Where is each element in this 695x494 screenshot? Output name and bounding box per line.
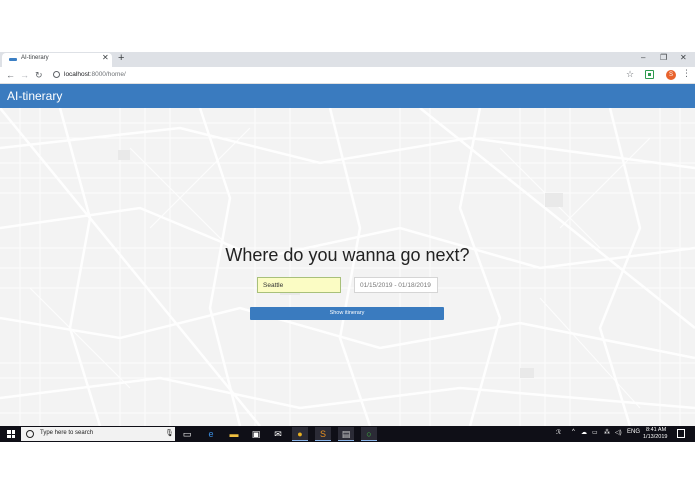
close-tab-icon[interactable]: ✕ — [102, 53, 109, 62]
people-icon[interactable]: ℛ — [556, 429, 561, 436]
chrome-icon[interactable]: ● — [292, 427, 308, 441]
notification-icon[interactable] — [677, 429, 685, 438]
maximize-button[interactable]: ❐ — [660, 53, 667, 62]
store-icon[interactable]: ▣ — [248, 427, 264, 441]
windows-start-icon[interactable] — [7, 430, 15, 438]
back-arrow-icon[interactable]: ← — [6, 69, 15, 81]
top-margin — [0, 0, 695, 52]
screen: AI-tinerary ✕ + – ❐ ✕ ← → ↻ localhost:80… — [0, 0, 695, 494]
brand-logo[interactable]: AI-tinerary — [7, 89, 62, 103]
taskbar-search[interactable]: Type here to search 🎙 — [21, 427, 175, 441]
close-window-button[interactable]: ✕ — [680, 53, 687, 62]
task-view-icon[interactable]: ▭ — [179, 427, 195, 441]
clock-date[interactable]: 1/13/2019 — [643, 434, 667, 440]
app-navbar: AI-tinerary — [0, 84, 695, 108]
language-indicator[interactable]: ENG — [627, 429, 640, 435]
bookmark-star-icon[interactable]: ☆ — [626, 69, 634, 80]
forward-arrow-icon[interactable]: → — [20, 69, 29, 81]
headline: Where do you wanna go next? — [225, 245, 470, 265]
map-background — [0, 108, 695, 426]
terminal-icon[interactable]: ▤ — [338, 427, 354, 441]
minimize-button[interactable]: – — [641, 53, 645, 62]
bottom-margin — [0, 442, 695, 494]
url-path: :8000/home/ — [89, 71, 126, 78]
sublime-text-icon[interactable]: S — [315, 427, 331, 441]
address-bar[interactable]: localhost:8000/home/ — [64, 71, 126, 78]
menu-dots-icon[interactable]: ⋮ — [682, 68, 691, 79]
taskbar-search-placeholder: Type here to search — [40, 430, 94, 436]
new-tab-button[interactable]: + — [118, 52, 124, 65]
tray-chevron-icon[interactable]: ^ — [572, 429, 575, 435]
reload-icon[interactable]: ↻ — [35, 69, 43, 81]
volume-icon[interactable]: ◁) — [615, 429, 622, 436]
microphone-icon[interactable]: 🎙 — [165, 429, 174, 437]
street-map — [0, 108, 695, 426]
edge-icon[interactable]: e — [203, 427, 219, 441]
tab-title: AI-tinerary — [21, 55, 49, 61]
destination-input[interactable] — [257, 277, 341, 293]
network-icon[interactable]: ⁂ — [604, 429, 610, 436]
favicon-icon — [9, 58, 17, 61]
windows-taskbar: Type here to search 🎙 ▭ e ▬ ▣ ✉ ● S ▤ ○ … — [0, 426, 695, 442]
show-itinerary-button[interactable]: Show itinerary — [250, 307, 444, 320]
date-range-input[interactable] — [354, 277, 438, 293]
clock-time[interactable]: 8:41 AM — [646, 427, 666, 433]
app-icon[interactable]: ○ — [361, 427, 377, 441]
cortana-icon — [26, 430, 34, 438]
battery-icon[interactable]: ▭ — [592, 429, 598, 436]
browser-tab-strip: AI-tinerary ✕ + – ❐ ✕ — [0, 52, 695, 67]
onedrive-icon[interactable]: ☁ — [581, 429, 587, 436]
browser-toolbar: ← → ↻ localhost:8000/home/ ☆ S ⋮ — [0, 67, 695, 84]
extension-icon[interactable] — [645, 70, 654, 79]
info-icon[interactable] — [53, 71, 60, 78]
mail-icon[interactable]: ✉ — [270, 427, 286, 441]
browser-tab[interactable]: AI-tinerary ✕ — [2, 53, 112, 67]
file-explorer-icon[interactable]: ▬ — [226, 427, 242, 441]
url-host: localhost — [64, 71, 90, 78]
profile-avatar[interactable]: S — [666, 70, 676, 80]
